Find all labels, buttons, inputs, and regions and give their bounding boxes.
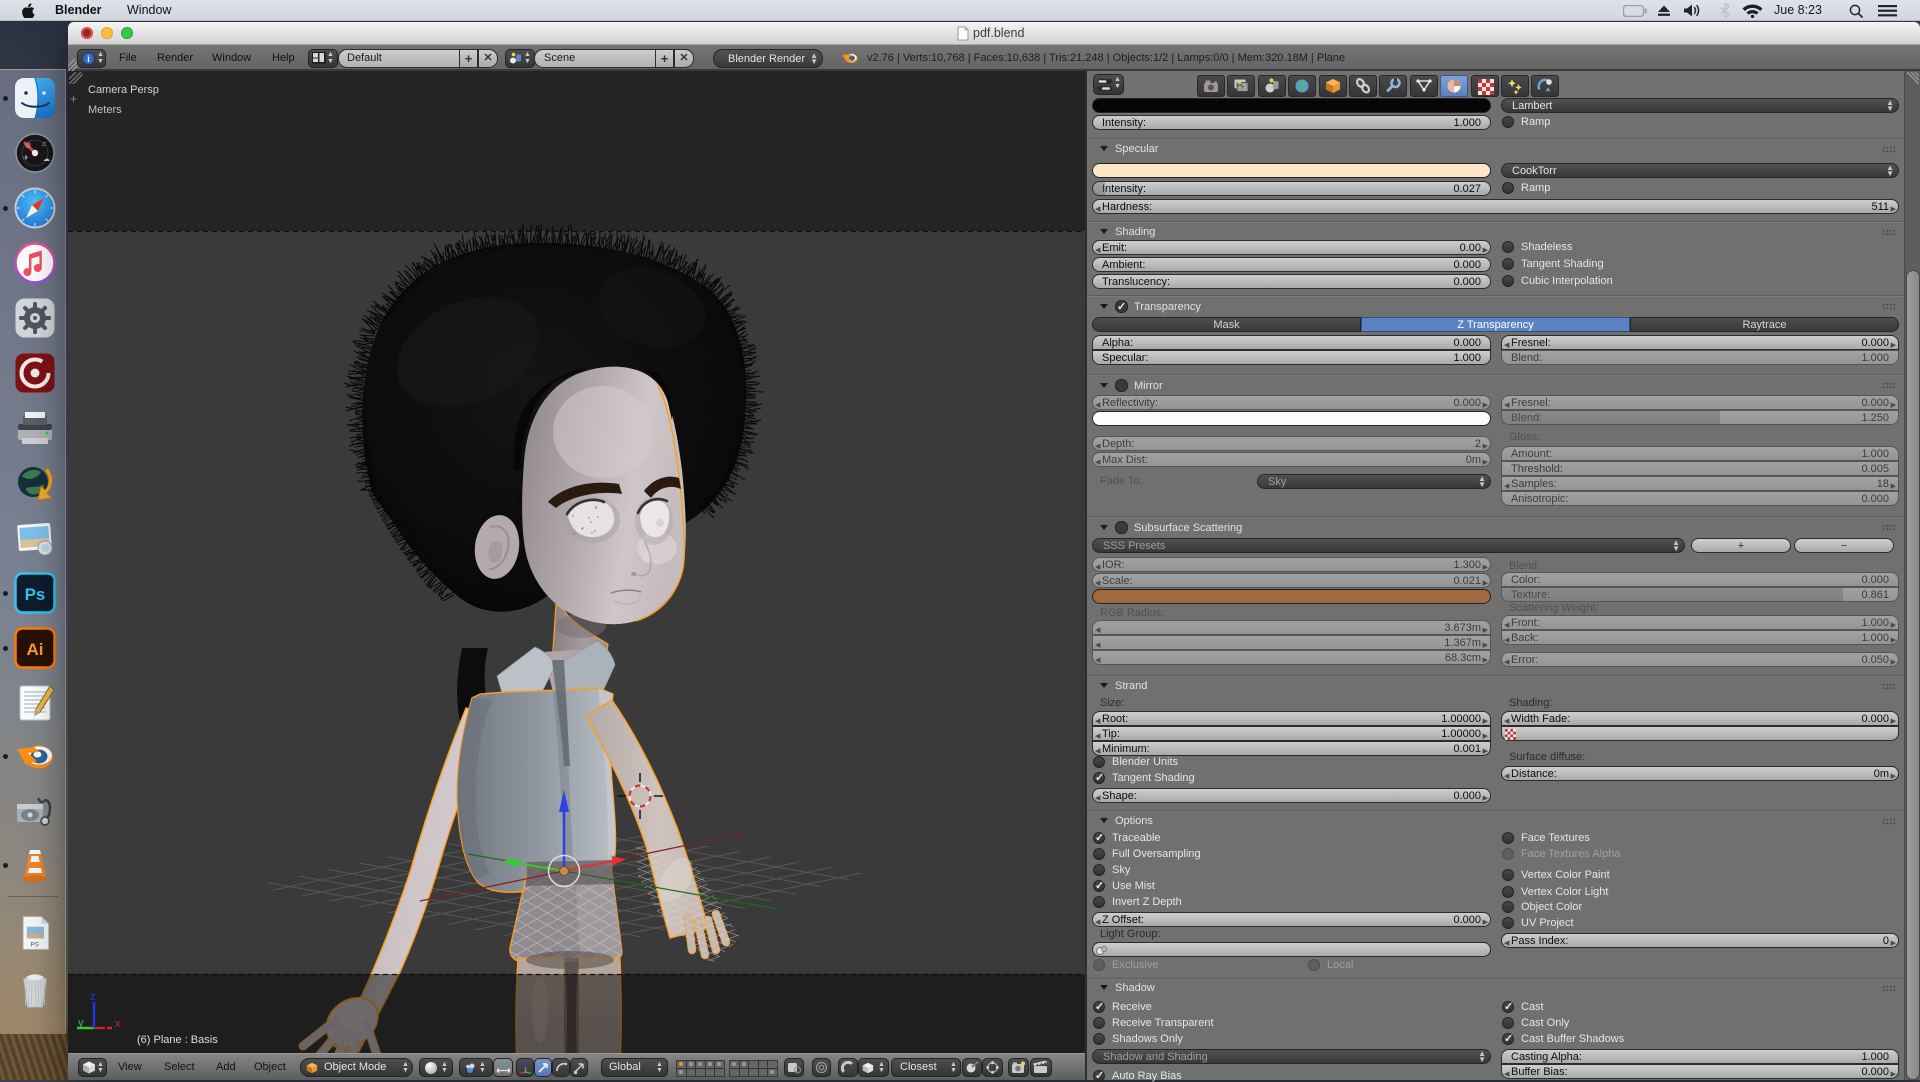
svg-text:@: @ — [25, 143, 31, 149]
svg-text:PS: PS — [30, 942, 38, 949]
svg-text:Ps: Ps — [25, 585, 46, 604]
svg-text:Ai: Ai — [27, 640, 44, 659]
svg-text:✈: ✈ — [23, 155, 29, 162]
svg-text:z: z — [90, 991, 96, 1003]
svg-text:♫: ♫ — [41, 141, 46, 148]
svg-text:y: y — [78, 1017, 84, 1029]
svg-text:x: x — [115, 1018, 121, 1030]
svg-text:i: i — [87, 54, 90, 64]
svg-text:☁: ☁ — [43, 156, 50, 163]
